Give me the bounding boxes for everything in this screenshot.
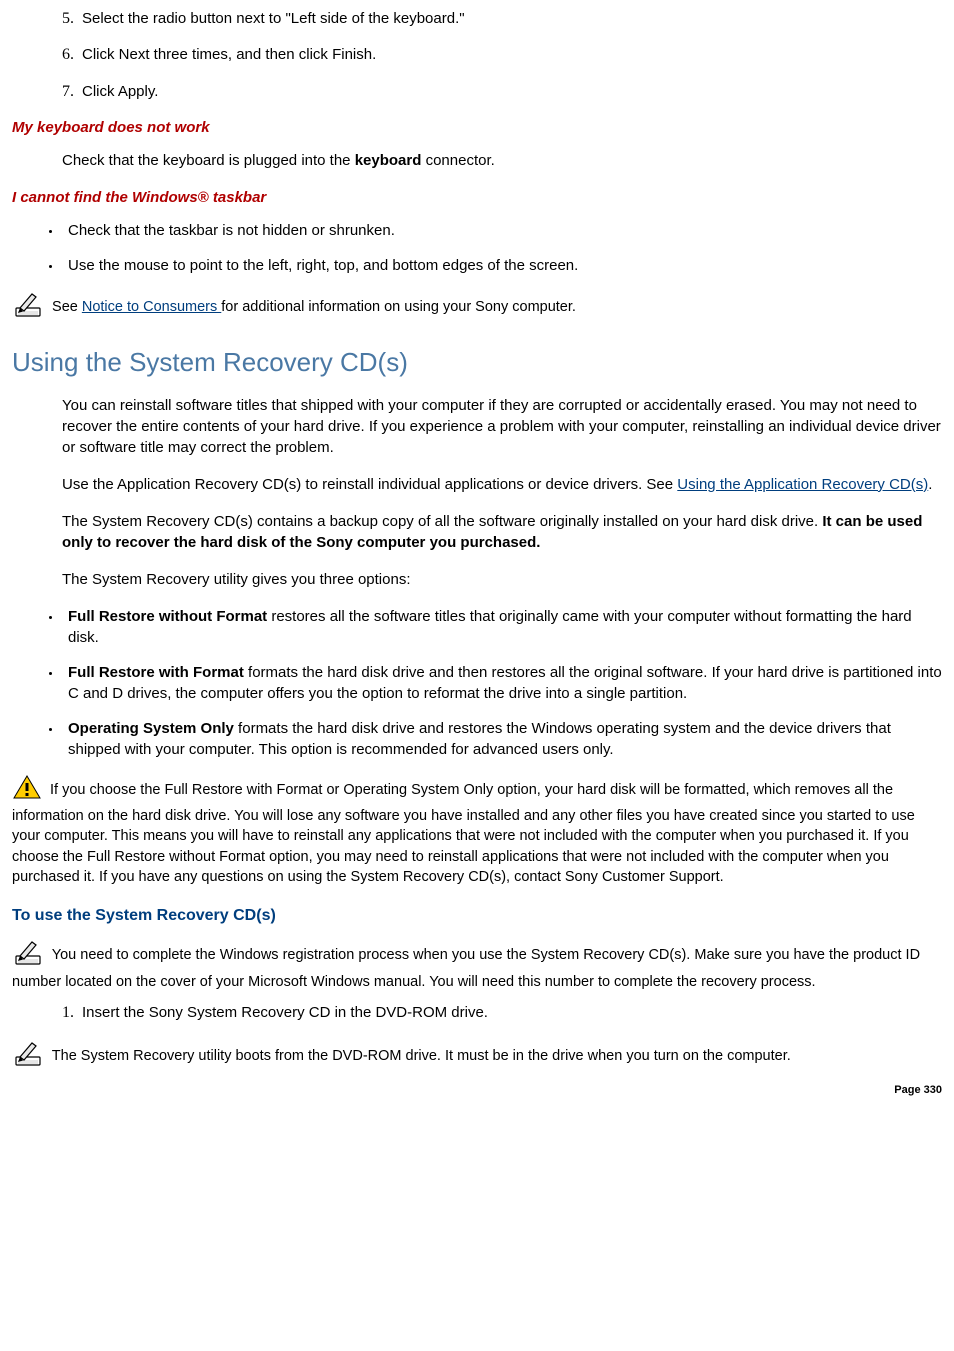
opt-bold: Operating System Only — [68, 720, 234, 737]
note-text: You need to complete the Windows registr… — [12, 947, 920, 990]
list-item: Operating System Only formats the hard d… — [62, 718, 942, 760]
boot-note: The System Recovery utility boots from t… — [12, 1039, 942, 1073]
note-post: for additional information on using your… — [221, 299, 576, 315]
registration-note: You need to complete the Windows registr… — [12, 938, 942, 993]
taskbar-list: Check that the taskbar is not hidden or … — [12, 220, 942, 276]
list-item: Use the mouse to point to the left, righ… — [62, 255, 942, 276]
list-item: Select the radio button next to "Left si… — [78, 8, 942, 30]
list-item: Full Restore without Format restores all… — [62, 606, 942, 648]
step-text: Click Apply. — [82, 83, 158, 100]
pencil-note-icon — [12, 290, 44, 324]
recovery-title: Using the System Recovery CD(s) — [12, 344, 942, 380]
warning-icon — [12, 774, 42, 806]
use-recovery-heading: To use the System Recovery CD(s) — [12, 905, 942, 927]
list-item: Click Next three times, and then click F… — [78, 44, 942, 66]
list-item: Check that the taskbar is not hidden or … — [62, 220, 942, 241]
note-text: The System Recovery utility boots from t… — [48, 1048, 791, 1064]
notice-consumers-link[interactable]: Notice to Consumers — [82, 299, 221, 315]
recovery-p1: You can reinstall software titles that s… — [12, 395, 942, 458]
step-text: Insert the Sony System Recovery CD in th… — [82, 1004, 488, 1021]
recovery-p4: The System Recovery utility gives you th… — [12, 569, 942, 590]
p3-pre: The System Recovery CD(s) contains a bac… — [62, 513, 822, 530]
opt-bold: Full Restore without Format — [68, 608, 267, 625]
text-post: connector. — [421, 152, 494, 169]
keyboard-text: Check that the keyboard is plugged into … — [12, 150, 942, 171]
list-item: Click Apply. — [78, 81, 942, 103]
note-pre: See — [48, 299, 82, 315]
list-item: Insert the Sony System Recovery CD in th… — [78, 1002, 942, 1024]
p2-post: . — [928, 476, 932, 493]
p2-pre: Use the Application Recovery CD(s) to re… — [62, 476, 677, 493]
taskbar-heading: I cannot find the Windows® taskbar — [12, 187, 942, 208]
pencil-note-icon — [12, 1039, 44, 1073]
warning-text: If you choose the Full Restore with Form… — [12, 782, 915, 885]
text-bold: keyboard — [355, 152, 422, 169]
list-item: Full Restore with Format formats the har… — [62, 662, 942, 704]
pencil-note-icon — [12, 938, 44, 972]
text-pre: Check that the keyboard is plugged into … — [62, 152, 355, 169]
step-text: Select the radio button next to "Left si… — [82, 10, 465, 27]
keyboard-heading: My keyboard does not work — [12, 117, 942, 138]
app-recovery-link[interactable]: Using the Application Recovery CD(s) — [677, 476, 928, 493]
notice-note: See Notice to Consumers for additional i… — [12, 290, 942, 324]
recovery-options-list: Full Restore without Format restores all… — [12, 606, 942, 760]
recovery-p3: The System Recovery CD(s) contains a bac… — [12, 511, 942, 553]
page-number: Page 330 — [12, 1083, 942, 1098]
recovery-p2: Use the Application Recovery CD(s) to re… — [12, 474, 942, 495]
opt-bold: Full Restore with Format — [68, 664, 244, 681]
step-text: Click Next three times, and then click F… — [82, 46, 376, 63]
use-recovery-steps: Insert the Sony System Recovery CD in th… — [12, 1002, 942, 1024]
top-ordered-list: Select the radio button next to "Left si… — [12, 8, 942, 103]
warning-note: If you choose the Full Restore with Form… — [12, 774, 942, 887]
